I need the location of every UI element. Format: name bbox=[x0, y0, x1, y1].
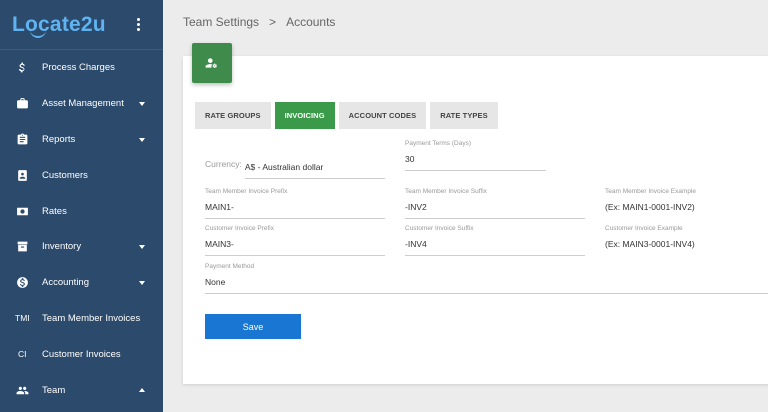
sidebar-nav: Process Charges Asset Management Reports… bbox=[0, 50, 163, 408]
sidebar-item-label: Customer Invoices bbox=[42, 348, 121, 360]
team-member-example-label: Team Member Invoice Example bbox=[605, 188, 697, 195]
team-member-prefix-input[interactable]: MAIN1- bbox=[205, 202, 385, 218]
customer-suffix-label: Customer Invoice Suffix bbox=[405, 225, 474, 232]
group-icon bbox=[15, 383, 29, 397]
breadcrumb: Team Settings > Accounts bbox=[183, 15, 335, 29]
sidebar-item-inventory[interactable]: Inventory bbox=[0, 229, 163, 265]
logo-row: Locate2u bbox=[0, 0, 163, 50]
money-icon bbox=[15, 204, 29, 218]
customer-suffix-field[interactable]: Customer Invoice Suffix -INV4 bbox=[405, 225, 585, 256]
sidebar-item-reports[interactable]: Reports bbox=[0, 122, 163, 158]
payment-method-label: Payment Method bbox=[205, 263, 255, 270]
sidebar-item-process-charges[interactable]: Process Charges bbox=[0, 50, 163, 86]
team-member-suffix-input[interactable]: -INV2 bbox=[405, 202, 585, 218]
dollar-icon bbox=[15, 61, 29, 75]
person-book-icon bbox=[15, 168, 29, 182]
sidebar-item-label: Accounting bbox=[42, 277, 90, 289]
customer-prefix-field[interactable]: Customer Invoice Prefix MAIN3- bbox=[205, 225, 385, 256]
currency-field: Currency: A$ - Australian dollar bbox=[205, 155, 385, 179]
sidebar-item-team-member-invoices[interactable]: TMI Team Member Invoices bbox=[0, 301, 163, 337]
sidebar-item-label: Reports bbox=[42, 133, 76, 145]
currency-label: Currency: bbox=[205, 158, 242, 169]
team-member-example-field: Team Member Invoice Example (Ex: MAIN1-0… bbox=[605, 188, 765, 218]
sidebar-item-customers[interactable]: Customers bbox=[0, 157, 163, 193]
sidebar-item-label: Customers bbox=[42, 169, 88, 181]
tab-rate-groups[interactable]: RATE GROUPS bbox=[195, 102, 271, 129]
kebab-menu-icon[interactable] bbox=[137, 18, 141, 31]
sidebar-item-asset-management[interactable]: Asset Management bbox=[0, 86, 163, 122]
breadcrumb-current: Accounts bbox=[286, 15, 336, 29]
sidebar-item-label: Asset Management bbox=[42, 98, 124, 110]
customer-prefix-label: Customer Invoice Prefix bbox=[205, 225, 274, 232]
team-member-prefix-label: Team Member Invoice Prefix bbox=[205, 188, 288, 195]
customer-example-field: Customer Invoice Example (Ex: MAIN3-0001… bbox=[605, 225, 765, 255]
archive-icon bbox=[15, 240, 29, 254]
logo[interactable]: Locate2u bbox=[12, 13, 106, 37]
team-member-prefix-field[interactable]: Team Member Invoice Prefix MAIN1- bbox=[205, 188, 385, 219]
sidebar-item-label: Process Charges bbox=[42, 62, 115, 74]
briefcase-icon bbox=[15, 97, 29, 111]
person-settings-icon bbox=[192, 43, 232, 83]
chevron-down-icon bbox=[139, 101, 145, 106]
chevron-down-icon bbox=[139, 244, 145, 249]
breadcrumb-parent[interactable]: Team Settings bbox=[183, 15, 259, 29]
payment-terms-label: Payment Terms (Days) bbox=[405, 140, 471, 147]
clipboard-icon bbox=[15, 132, 29, 146]
tab-rate-types[interactable]: RATE TYPES bbox=[430, 102, 498, 129]
team-member-example-value: (Ex: MAIN1-0001-INV2) bbox=[605, 202, 695, 212]
breadcrumb-separator: > bbox=[269, 15, 277, 29]
payment-method-select[interactable]: None bbox=[205, 277, 768, 293]
sidebar-item-label: Rates bbox=[42, 205, 67, 217]
tab-account-codes[interactable]: ACCOUNT CODES bbox=[338, 102, 427, 129]
sidebar-item-accounting[interactable]: Accounting bbox=[0, 265, 163, 301]
team-member-suffix-label: Team Member Invoice Suffix bbox=[405, 188, 487, 195]
sidebar-item-team[interactable]: Team bbox=[0, 372, 163, 408]
sidebar-item-label: Inventory bbox=[42, 241, 82, 253]
coin-icon bbox=[15, 276, 29, 290]
save-button[interactable]: Save bbox=[205, 314, 301, 339]
payment-method-field[interactable]: Payment Method None bbox=[205, 263, 768, 294]
sidebar-item-rates[interactable]: Rates bbox=[0, 193, 163, 229]
customer-example-value: (Ex: MAIN3-0001-INV4) bbox=[605, 239, 695, 249]
customer-example-label: Customer Invoice Example bbox=[605, 225, 683, 232]
currency-select[interactable]: A$ - Australian dollar bbox=[244, 162, 385, 179]
customer-suffix-input[interactable]: -INV4 bbox=[405, 239, 585, 255]
sidebar: Locate2u Process Charges Asset Managemen… bbox=[0, 0, 163, 412]
chevron-up-icon bbox=[139, 388, 145, 393]
payment-terms-field[interactable]: Payment Terms (Days) 30 bbox=[405, 140, 546, 171]
tab-invoicing[interactable]: INVOICING bbox=[274, 102, 335, 129]
sidebar-item-label: Team Member Invoices bbox=[42, 312, 141, 324]
chevron-down-icon bbox=[139, 280, 145, 285]
sidebar-item-label: Team bbox=[42, 384, 66, 396]
tab-bar: RATE GROUPS INVOICING ACCOUNT CODES RATE… bbox=[195, 102, 498, 129]
sidebar-item-customer-invoices[interactable]: CI Customer Invoices bbox=[0, 336, 163, 372]
payment-terms-input[interactable]: 30 bbox=[405, 154, 546, 170]
team-member-suffix-field[interactable]: Team Member Invoice Suffix -INV2 bbox=[405, 188, 585, 219]
chevron-down-icon bbox=[139, 137, 145, 142]
sidebar-item-abbr: TMI bbox=[15, 313, 30, 324]
customer-prefix-input[interactable]: MAIN3- bbox=[205, 239, 385, 255]
logo-swoosh-icon bbox=[30, 30, 46, 38]
sidebar-item-abbr: CI bbox=[18, 349, 27, 360]
